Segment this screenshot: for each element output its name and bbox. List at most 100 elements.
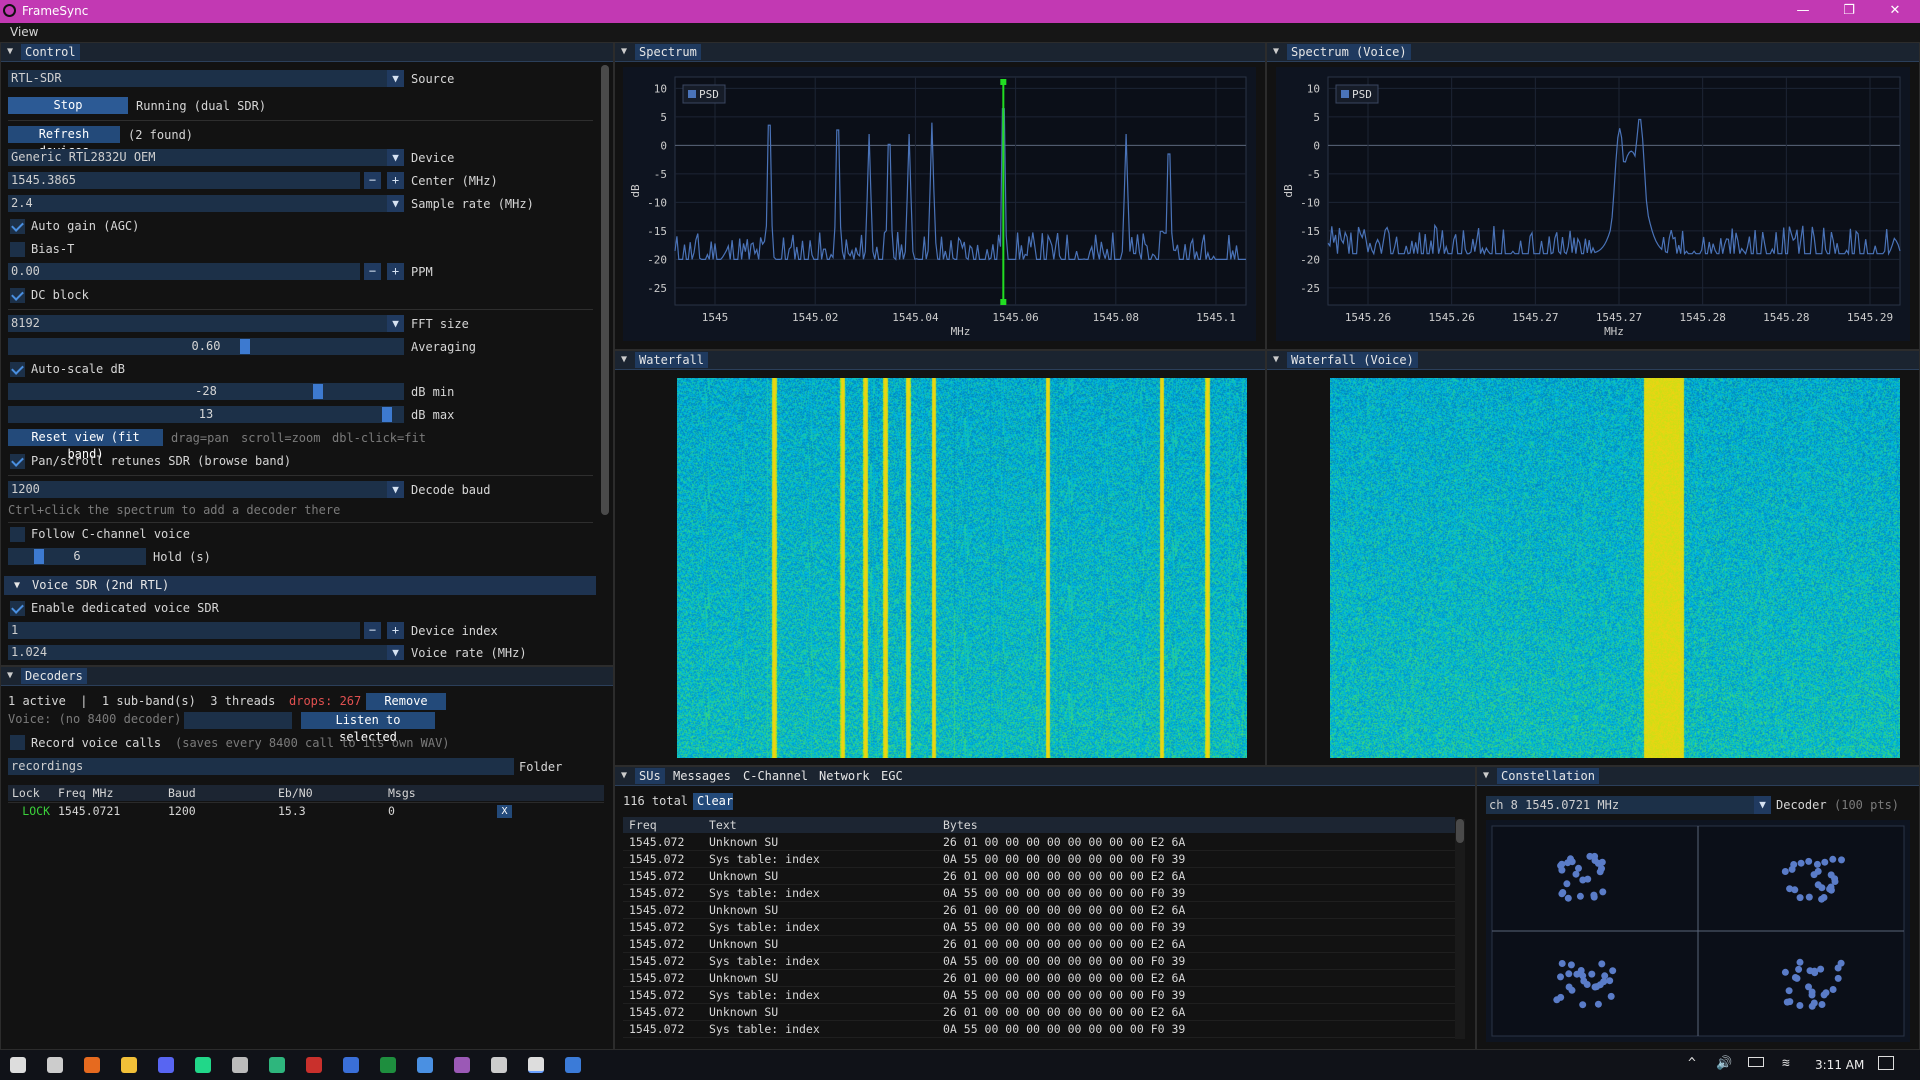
- record-voice-checkbox[interactable]: [10, 735, 25, 750]
- device-index-input[interactable]: 1: [8, 622, 360, 639]
- task-view-icon[interactable]: [47, 1057, 63, 1073]
- pan-scroll-checkbox[interactable]: [10, 454, 25, 469]
- tab-spectrum-voice[interactable]: Spectrum (Voice): [1287, 44, 1411, 60]
- collapse-icon[interactable]: ▼: [621, 46, 627, 57]
- clear-button[interactable]: Clear: [693, 793, 733, 810]
- clock[interactable]: 3:11 AM: [1815, 1058, 1864, 1072]
- sample-rate-select[interactable]: 2.4: [8, 195, 404, 212]
- table-row[interactable]: 1545.072 Sys table: index 0A 55 00 00 00 0…: [623, 1021, 1455, 1038]
- app2-icon[interactable]: [417, 1057, 433, 1073]
- refresh-devices-button[interactable]: Refresh devices: [8, 126, 120, 158]
- collapse-icon[interactable]: ▼: [14, 576, 20, 595]
- source-select[interactable]: RTL-SDR: [8, 70, 396, 87]
- chevron-down-icon[interactable]: ▼: [1754, 796, 1771, 814]
- tab-decoders[interactable]: Decoders: [21, 668, 87, 684]
- collapse-icon[interactable]: ▼: [7, 46, 13, 57]
- tab-spectrum[interactable]: Spectrum: [635, 44, 701, 60]
- table-row[interactable]: LOCK 1545.0721 1200 15.3 0 X: [8, 802, 604, 818]
- close-button[interactable]: ✕: [1872, 0, 1918, 23]
- pycharm-icon[interactable]: [195, 1057, 211, 1073]
- spectrum-plot[interactable]: 10 5 0 -5 -10 -15 -20 -25 1545 1545.02 1545.04 1545…: [623, 67, 1256, 341]
- powershell-icon[interactable]: [565, 1057, 581, 1073]
- folder-input[interactable]: recordings: [8, 758, 514, 775]
- spectrum-voice-chart[interactable]: 10 5 0 -5 -10 -15 -20 -25 1545.26 1545.26 1545.27 1…: [1276, 67, 1910, 341]
- auto-scale-checkbox[interactable]: [10, 362, 25, 377]
- discord-icon[interactable]: [158, 1057, 174, 1073]
- menu-view[interactable]: View: [10, 25, 38, 39]
- table-row[interactable]: 1545.072 Unknown SU 26 01 00 00 00 00 00 0…: [623, 936, 1455, 953]
- decrement-button[interactable]: −: [364, 622, 381, 639]
- decrement-button[interactable]: −: [364, 172, 381, 189]
- restore-button[interactable]: ❐: [1826, 0, 1872, 23]
- terminal-icon[interactable]: [491, 1057, 507, 1073]
- keyboard-icon[interactable]: [232, 1057, 248, 1073]
- channel-select[interactable]: ch 8 1545.0721 MHz: [1486, 796, 1763, 814]
- averaging-slider[interactable]: 0.60: [8, 338, 404, 355]
- agc-checkbox[interactable]: [10, 219, 25, 234]
- device-select[interactable]: Generic RTL2832U OEM: [8, 149, 404, 166]
- listen-input[interactable]: [184, 712, 292, 729]
- db-min-slider[interactable]: -28: [8, 383, 404, 400]
- table-row[interactable]: 1545.072 Sys table: index 0A 55 00 00 00 0…: [623, 987, 1455, 1004]
- constellation-chart[interactable]: [1486, 820, 1910, 1042]
- chevron-down-icon[interactable]: ▼: [387, 70, 404, 87]
- vs-icon[interactable]: [454, 1057, 470, 1073]
- decrement-button[interactable]: −: [364, 263, 381, 280]
- db-max-slider[interactable]: 13: [8, 406, 404, 423]
- tab-network[interactable]: Network: [815, 768, 874, 784]
- file-explorer-icon[interactable]: [121, 1057, 137, 1073]
- malwarebytes-icon[interactable]: [343, 1057, 359, 1073]
- tab-egc[interactable]: EGC: [877, 768, 907, 784]
- collapse-icon[interactable]: ▼: [1273, 46, 1279, 57]
- chevron-down-icon[interactable]: ▼: [387, 481, 404, 498]
- increment-button[interactable]: +: [387, 263, 404, 280]
- spectrum-voice-plot[interactable]: 10 5 0 -5 -10 -15 -20 -25 1545.26 1545.26 1545.27 1…: [1276, 67, 1910, 341]
- reset-view-button[interactable]: Reset view (fit band): [8, 429, 163, 461]
- tab-waterfall[interactable]: Waterfall: [635, 352, 709, 368]
- start-icon[interactable]: [10, 1057, 26, 1073]
- firefox-icon[interactable]: [84, 1057, 100, 1073]
- chevron-down-icon[interactable]: ▼: [387, 315, 404, 332]
- enable-voice-checkbox[interactable]: [10, 601, 25, 616]
- bias-t-checkbox[interactable]: [10, 242, 25, 257]
- voice-rate-select[interactable]: 1.024: [8, 645, 404, 660]
- messages-scrollbar[interactable]: [1455, 819, 1465, 1039]
- table-row[interactable]: 1545.072 Sys table: index 0A 55 00 00 00 0…: [623, 953, 1455, 970]
- remove-decoder-button[interactable]: X: [497, 805, 512, 818]
- scrollbar-thumb[interactable]: [1456, 819, 1464, 843]
- constellation-plot[interactable]: [1486, 820, 1910, 1042]
- tab-constellation[interactable]: Constellation: [1497, 768, 1599, 784]
- tab-control[interactable]: Control: [21, 44, 80, 60]
- ppm-input[interactable]: 0.00: [8, 263, 360, 280]
- table-row[interactable]: 1545.072 Unknown SU 26 01 00 00 00 00 00 0…: [623, 902, 1455, 919]
- filezilla-icon[interactable]: [306, 1057, 322, 1073]
- tray-chevron-icon[interactable]: ^: [1688, 1056, 1696, 1071]
- slider-grab[interactable]: [239, 339, 250, 354]
- slider-grab[interactable]: [382, 407, 393, 422]
- collapse-icon[interactable]: ▼: [1273, 354, 1279, 365]
- minimize-button[interactable]: —: [1780, 0, 1826, 23]
- table-row[interactable]: 1545.072 Unknown SU 26 01 00 00 00 00 00 0…: [623, 834, 1455, 851]
- stop-button[interactable]: Stop: [8, 97, 128, 114]
- table-row[interactable]: 1545.072 Sys table: index 0A 55 00 00 00 0…: [623, 919, 1455, 936]
- remove-all-button[interactable]: Remove all: [366, 693, 446, 725]
- tab-c-channel[interactable]: C-Channel: [739, 768, 812, 784]
- voice-sdr-header[interactable]: ▼ Voice SDR (2nd RTL): [4, 576, 596, 595]
- notification-icon[interactable]: [1878, 1056, 1894, 1070]
- tab-waterfall-voice[interactable]: Waterfall (Voice): [1287, 352, 1418, 368]
- center-input[interactable]: 1545.3865: [8, 172, 360, 189]
- control-scrollbar[interactable]: [601, 65, 609, 515]
- listen-selected-button[interactable]: Listen to selected: [301, 712, 435, 744]
- sheets-icon[interactable]: [380, 1057, 396, 1073]
- collapse-icon[interactable]: ▼: [621, 354, 627, 365]
- dc-block-checkbox[interactable]: [10, 288, 25, 303]
- slider-grab[interactable]: [312, 384, 323, 399]
- collapse-icon[interactable]: ▼: [7, 670, 13, 681]
- battery-icon[interactable]: [1748, 1057, 1764, 1067]
- chevron-down-icon[interactable]: ▼: [387, 149, 404, 166]
- framesync-icon[interactable]: [528, 1057, 544, 1073]
- table-row[interactable]: 1545.072 Unknown SU 26 01 00 00 00 00 00 0…: [623, 970, 1455, 987]
- chevron-down-icon[interactable]: ▼: [387, 645, 404, 660]
- scrollbar-thumb[interactable]: [601, 65, 609, 515]
- waterfall-display[interactable]: [677, 378, 1247, 758]
